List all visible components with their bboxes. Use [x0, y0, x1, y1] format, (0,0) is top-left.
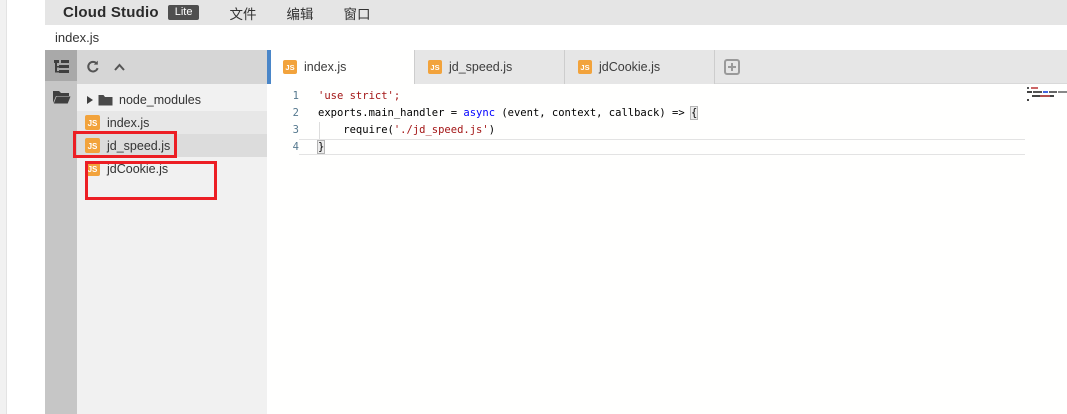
- app-frame: Cloud Studio Lite 文件 编辑 窗口 index.js: [45, 0, 1067, 414]
- minimap-line: [1027, 95, 1067, 97]
- refresh-icon[interactable]: [86, 60, 100, 74]
- js-file-icon: JS: [578, 60, 592, 74]
- code-token-bracket-match: {: [691, 107, 697, 119]
- annotation-box-jd-speed: [73, 131, 177, 158]
- minimap-line: [1027, 91, 1067, 93]
- code-line-4: 4 }: [270, 139, 1067, 156]
- menubar: Cloud Studio Lite 文件 编辑 窗口: [45, 0, 1067, 25]
- breadcrumb: index.js: [45, 25, 1067, 50]
- explorer-view-button[interactable]: [45, 50, 77, 81]
- tab-jd-speed-js[interactable]: JS jd_speed.js: [415, 50, 565, 84]
- cloud-studio-window: Cloud Studio Lite 文件 编辑 窗口 index.js: [0, 0, 1067, 414]
- js-file-icon: JS: [85, 115, 100, 130]
- tree-item-node-modules[interactable]: node_modules: [77, 88, 267, 111]
- code-editor[interactable]: 1 'use strict'; 2 exports.main_handler =…: [270, 84, 1067, 414]
- code-token: require(: [318, 124, 394, 136]
- code-token: 'use strict';: [318, 90, 400, 102]
- explorer-toolbar: [77, 50, 267, 84]
- app-logo: Cloud Studio: [63, 4, 159, 21]
- line-number: 2: [270, 105, 299, 122]
- code-line-3: 3 require('./jd_speed.js'): [270, 122, 1067, 139]
- editor-group: JS index.js JS jd_speed.js JS jdCookie.j…: [270, 50, 1067, 414]
- line-number: 1: [270, 88, 299, 105]
- code-line-1: 1 'use strict';: [270, 88, 1067, 105]
- folder-icon: [98, 94, 113, 106]
- tab-label: index.js: [304, 60, 346, 74]
- code-token: (event, context, callback) =>: [495, 107, 691, 119]
- file-explorer: node_modules JS index.js JS jd_speed.js …: [77, 50, 267, 414]
- open-folder-button[interactable]: [45, 81, 77, 112]
- menu-edit[interactable]: 编辑: [286, 3, 313, 23]
- tab-jdcookie-js[interactable]: JS jdCookie.js: [565, 50, 715, 84]
- lite-badge: Lite: [168, 5, 200, 20]
- code-token-bracket-match: }: [318, 141, 324, 153]
- panel-divider-highlight[interactable]: [267, 50, 271, 84]
- code-token: exports.main_handler =: [318, 107, 463, 119]
- chevron-right-icon[interactable]: [87, 96, 93, 104]
- tab-bar: JS index.js JS jd_speed.js JS jdCookie.j…: [270, 50, 1067, 84]
- js-file-icon: JS: [428, 60, 442, 74]
- code-line-2: 2 exports.main_handler = async (event, c…: [270, 105, 1067, 122]
- code-lines: 1 'use strict'; 2 exports.main_handler =…: [270, 84, 1067, 156]
- minimap-line: [1027, 87, 1067, 89]
- activity-bar: [45, 50, 77, 414]
- code-token: ): [489, 124, 495, 136]
- collapse-all-icon[interactable]: [113, 62, 126, 72]
- minimap-line: [1027, 99, 1067, 101]
- tab-label: jdCookie.js: [599, 60, 660, 74]
- tab-label: jd_speed.js: [449, 60, 512, 74]
- browser-edge-strip: [0, 0, 7, 414]
- code-token: './jd_speed.js': [394, 124, 489, 136]
- annotation-box-jdcookie: [85, 161, 217, 200]
- code-token: async: [463, 107, 495, 119]
- new-tab-button[interactable]: [724, 59, 740, 75]
- tab-index-js[interactable]: JS index.js: [270, 50, 415, 84]
- menu-window[interactable]: 窗口: [343, 3, 370, 23]
- list-tree-icon: [53, 58, 70, 74]
- js-file-icon: JS: [283, 60, 297, 74]
- workbench: node_modules JS index.js JS jd_speed.js …: [45, 50, 1067, 414]
- line-number: 3: [270, 122, 299, 139]
- minimap[interactable]: [1026, 84, 1067, 414]
- line-number: 4: [270, 139, 299, 156]
- open-folder-icon: [52, 90, 71, 104]
- tree-item-label: index.js: [107, 116, 149, 130]
- tree-item-label: node_modules: [119, 93, 201, 107]
- breadcrumb-filename: index.js: [55, 30, 99, 45]
- menu-file[interactable]: 文件: [229, 3, 256, 23]
